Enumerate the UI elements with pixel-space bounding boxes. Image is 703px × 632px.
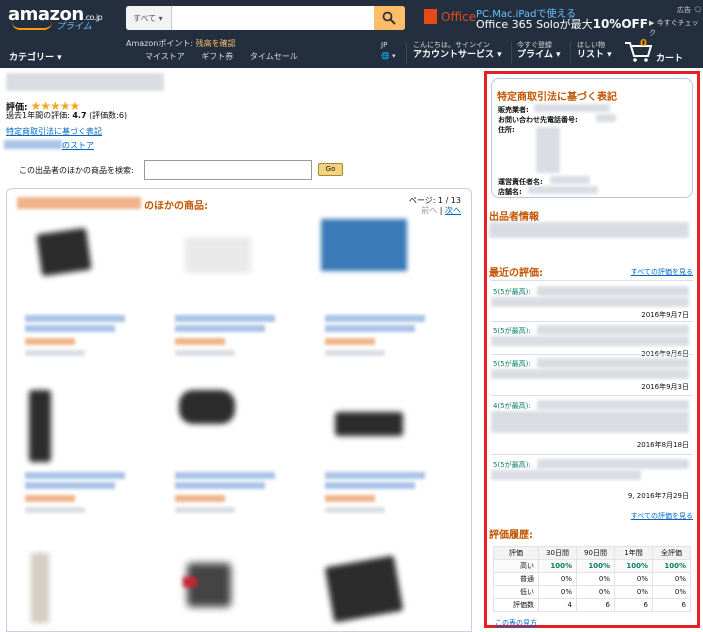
review-date: 2016年8月18日 <box>636 441 689 449</box>
legal-row-label: お問い合わせ先電話番号: <box>498 116 578 124</box>
office-icon <box>424 9 437 24</box>
nav-link-giftcard[interactable]: ギフト券 <box>201 52 233 61</box>
account-menu[interactable]: こんにちは。サインイン アカウントサービス ▾ <box>413 40 502 60</box>
table-row: 評価数 4 6 6 6 <box>493 598 691 612</box>
table-row: 普通 0% 0% 0% 0% <box>493 572 691 586</box>
cart-button[interactable] <box>624 40 654 65</box>
seller-name-blurred <box>6 73 164 91</box>
table-row: 低い 0% 0% 0% 0% <box>493 585 691 599</box>
recent-reviews-title: 最近の評価: <box>489 268 543 279</box>
review-stars: 5(5が最高): <box>493 327 531 335</box>
product-image[interactable] <box>321 219 407 271</box>
product-card[interactable] <box>17 384 137 544</box>
review-stars: 5(5が最高): <box>493 461 531 469</box>
nav-divider <box>511 42 512 64</box>
product-card[interactable] <box>317 384 437 544</box>
rating-history-table: 評価 30日間 90日間 1年間 全評価 高い 100% 100% 100% 1… <box>493 546 691 612</box>
review-item: 4(5が最高): 2016年8月18日 <box>491 400 693 451</box>
cart-icon <box>625 42 653 62</box>
table-header: 90日間 <box>576 546 615 560</box>
review-item: 5(5が最高): 9, 2016年7月29日 <box>491 459 693 504</box>
table-header: 1年間 <box>614 546 653 560</box>
product-card[interactable] <box>317 219 437 379</box>
nav-divider <box>570 42 571 64</box>
wishlist-menu[interactable]: ほしい物 リスト ▾ <box>577 40 612 60</box>
other-products-panel: のほかの商品: ページ: 1 / 13 前へ | 次へ <box>6 188 472 632</box>
cart-count: 0 <box>640 38 647 49</box>
office-logo[interactable]: Office <box>424 9 476 24</box>
review-item: 5(5が最高): 2016年9月3日 <box>491 358 693 393</box>
product-image[interactable] <box>324 555 404 623</box>
legal-row-label: 住所: <box>498 126 515 134</box>
review-stars: 5(5が最高): <box>493 288 531 296</box>
nav-links: マイストア ギフト券 タイムセール <box>145 51 312 62</box>
ad-label[interactable]: 広告 🗨 <box>677 5 702 15</box>
prev-page-link[interactable]: 前へ <box>421 206 437 215</box>
product-image[interactable] <box>36 227 92 277</box>
category-menu[interactable]: カテゴリー ▾ <box>9 50 62 63</box>
top-navbar: amazon.co.jp プライム すべて ▾ Office PC.Mac.iP… <box>0 0 703 68</box>
table-header: 30日間 <box>538 546 577 560</box>
rating-history-title: 評価履歴: <box>489 530 533 541</box>
store-name-blurred <box>4 140 62 149</box>
search-icon <box>382 11 396 25</box>
legal-notice-box: 特定商取引法に基づく表記 販売業者: お問い合わせ先電話番号: 住所: 運営責任… <box>491 78 693 198</box>
table-header: 評価 <box>493 546 539 560</box>
product-card[interactable] <box>17 547 137 627</box>
seller-info-title: 出品者情報 <box>489 212 539 223</box>
all-reviews-link[interactable]: すべての評価を見る <box>631 267 693 277</box>
amazon-points[interactable]: Amazonポイント: 残高を確認 <box>126 38 236 49</box>
table-header: 全評価 <box>652 546 691 560</box>
legal-row-label: 販売業者: <box>498 106 529 114</box>
product-image[interactable] <box>185 237 251 273</box>
go-button[interactable]: Go <box>318 163 343 176</box>
rating-summary: 過去1年間の評価: 4.7 (評価数:6) <box>6 111 128 120</box>
prime-logo-label: プライム <box>56 22 92 32</box>
prime-menu[interactable]: 今すぐ登録 プライム ▾ <box>517 40 560 60</box>
review-stars: 4(5が最高): <box>493 402 531 410</box>
product-image[interactable] <box>179 390 235 424</box>
product-image[interactable] <box>335 412 403 436</box>
legal-notice-title: 特定商取引法に基づく表記 <box>497 92 617 103</box>
review-date: 2016年9月7日 <box>641 311 689 319</box>
table-row: 高い 100% 100% 100% 100% <box>493 559 691 573</box>
review-stars: 5(5が最高): <box>493 360 531 368</box>
search-button[interactable] <box>374 6 405 30</box>
promo-line-2[interactable]: Office 365 Soloが最大10%OFF <box>476 16 648 32</box>
all-reviews-link[interactable]: すべての評価を見る <box>631 511 693 521</box>
highlighted-seller-panel: 特定商取引法に基づく表記 販売業者: お問い合わせ先電話番号: 住所: 運営責任… <box>484 71 700 628</box>
store-link[interactable]: のストア <box>62 140 94 151</box>
seller-search-label: この出品者のほかの商品を検索: <box>19 166 134 175</box>
nav-link-mystore[interactable]: マイストア <box>145 52 185 61</box>
review-item: 5(5が最高): 2016年9月7日 <box>491 286 693 321</box>
seller-search-input[interactable] <box>144 160 312 180</box>
search-bar: すべて ▾ <box>126 6 405 30</box>
product-card[interactable] <box>167 219 287 379</box>
product-card[interactable] <box>317 547 437 627</box>
product-card[interactable] <box>17 219 137 379</box>
other-products-title: のほかの商品: <box>144 201 208 212</box>
product-image[interactable] <box>31 553 49 623</box>
product-card[interactable] <box>167 547 287 627</box>
legal-notice-link[interactable]: 特定商取引法に基づく表記 <box>6 126 102 137</box>
language-selector[interactable]: JP 🌐 ▾ <box>381 40 395 62</box>
product-image[interactable] <box>29 390 51 462</box>
seller-info-blurred <box>489 222 689 238</box>
pagination: ページ: 1 / 13 前へ | 次へ <box>408 196 461 215</box>
nav-divider <box>406 42 407 64</box>
amazon-smile-icon <box>12 22 52 30</box>
search-category-dropdown[interactable]: すべて ▾ <box>126 6 172 30</box>
table-help-link[interactable]: この表の見方 <box>495 618 537 628</box>
cart-label[interactable]: カート <box>656 51 683 64</box>
review-date: 2016年9月3日 <box>641 383 689 391</box>
page-indicator: ページ: 1 / 13 <box>408 196 461 205</box>
product-card[interactable] <box>167 384 287 544</box>
nav-link-timesale[interactable]: タイムセール <box>250 52 298 61</box>
next-page-link[interactable]: 次へ <box>445 206 461 215</box>
legal-row-label: 店舗名: <box>498 188 522 196</box>
review-date: 9, 2016年7月29日 <box>627 492 689 500</box>
promo-cta-link[interactable]: ▶ 今すぐチェック <box>649 18 703 38</box>
